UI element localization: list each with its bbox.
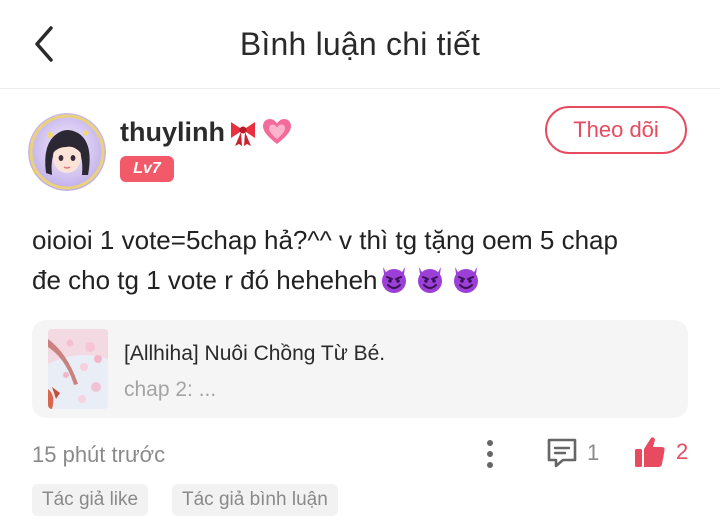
more-dot-icon (487, 462, 493, 468)
author-commented-tag: Tác giả bình luận (172, 484, 338, 516)
comment-text: oioioi 1 vote=5chap hả?^^ v thì tg tặng … (32, 220, 692, 300)
comment-icon (547, 438, 577, 468)
comment-line-1: oioioi 1 vote=5chap hả?^^ v thì tg tặng … (32, 225, 618, 255)
comment-line-2-text: đe cho tg 1 vote r đó heheheh (32, 265, 378, 295)
comment-line-2: đe cho tg 1 vote r đó heheheh (32, 260, 692, 300)
avatar[interactable] (28, 113, 106, 191)
author-liked-tag: Tác giả like (32, 484, 149, 516)
username[interactable]: thuylinh (120, 117, 225, 148)
story-thumbnail (48, 329, 108, 409)
story-title: [Allhiha] Nuôi Chồng Từ Bé. (124, 342, 386, 365)
username-row: thuylinh (120, 113, 293, 151)
like-button[interactable]: 2 (634, 435, 688, 469)
more-dot-icon (487, 451, 493, 457)
reply-count: 1 (587, 440, 600, 465)
smiling-devil-icon (453, 267, 478, 293)
like-count: 2 (676, 439, 689, 464)
smiling-devil-icon (417, 267, 442, 293)
sparkling-heart-icon (261, 116, 293, 148)
level-badge: Lv7 (120, 156, 174, 182)
comment-timestamp: 15 phút trước (32, 442, 166, 467)
reply-button[interactable]: 1 (545, 436, 599, 470)
story-card[interactable]: [Allhiha] Nuôi Chồng Từ Bé. chap 2: ... (32, 320, 688, 418)
smiling-devil-icon (381, 267, 406, 293)
more-dot-icon (487, 440, 493, 446)
comment-detail-screen: Bình luận chi tiết thuylinh Lv7 Theo dõi… (0, 0, 720, 530)
story-chapter: chap 2: ... (124, 378, 217, 401)
more-options-button[interactable] (476, 436, 504, 472)
header-bar: Bình luận chi tiết (0, 0, 720, 89)
follow-button[interactable]: Theo dõi (545, 106, 687, 154)
page-title: Bình luận chi tiết (239, 26, 481, 62)
ribbon-icon (227, 116, 259, 148)
thumbs-up-icon (635, 437, 665, 467)
